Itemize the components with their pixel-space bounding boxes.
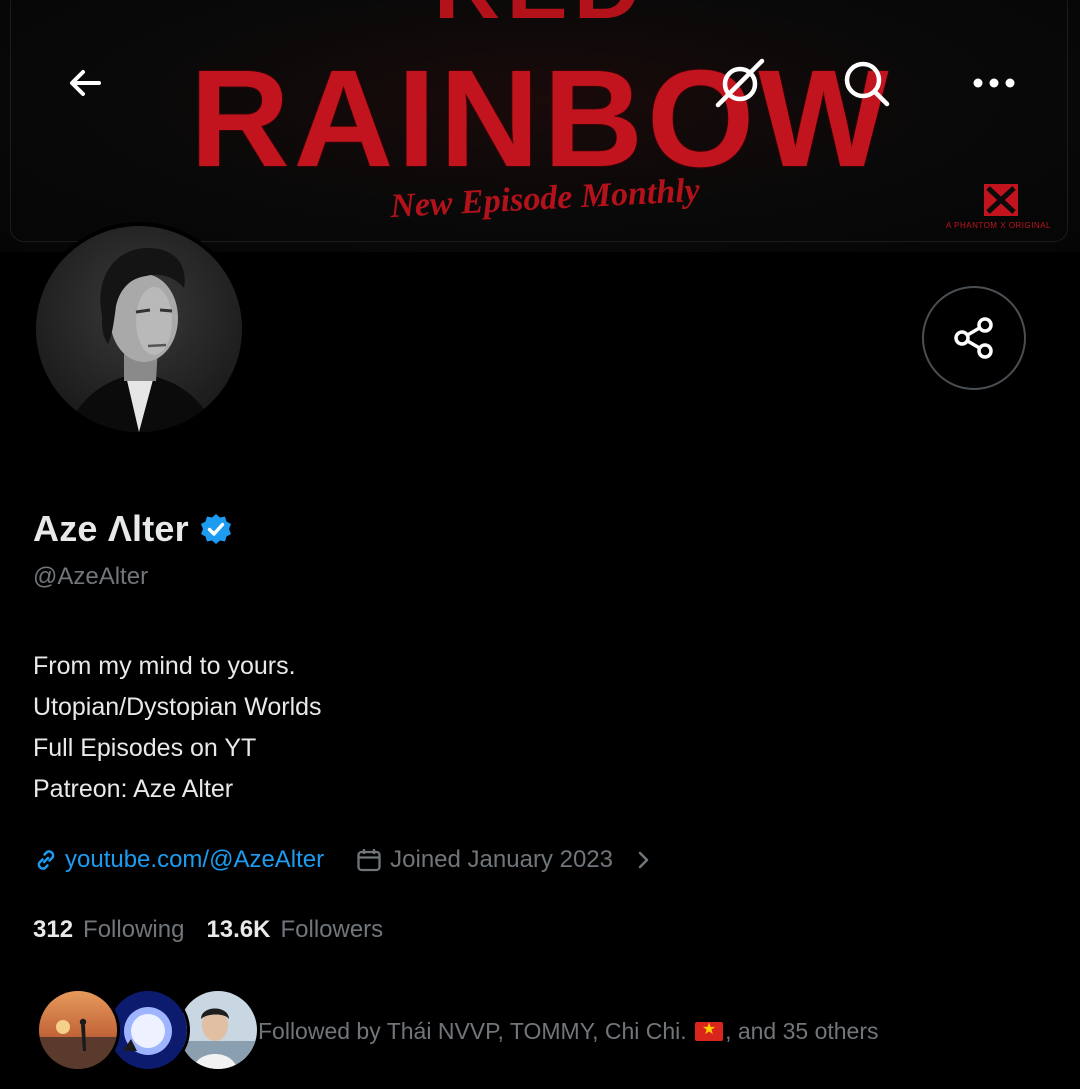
followed-by-row[interactable]: Followed by Thái NVVP, TOMMY, Chi Chi. ,… [36, 988, 879, 1074]
search-icon [844, 61, 890, 107]
bio-line: From my mind to yours. [33, 652, 296, 680]
more-button[interactable] [966, 55, 1022, 111]
profile-bio: From my mind to yours. Utopian/Dystopian… [33, 646, 322, 810]
profile-handle: @AzeAlter [33, 563, 149, 590]
bio-line: Utopian/Dystopian Worlds [33, 693, 322, 721]
link-icon [37, 850, 55, 870]
profile-website-link[interactable]: youtube.com/@AzeAlter [33, 846, 324, 874]
followers-you-know-avatars [36, 988, 260, 1074]
display-name: Aze Λlter [33, 508, 189, 549]
banner-title: RAINBOW [190, 42, 893, 196]
arrow-left-icon [70, 70, 101, 96]
grok-button[interactable] [712, 55, 768, 111]
joined-text: Joined January 2023 [390, 846, 613, 873]
calendar-icon [357, 849, 381, 872]
verified-badge-icon[interactable] [199, 512, 233, 546]
avatar [36, 988, 120, 1072]
profile-banner[interactable]: RED RAINBOW New Episode Monthly A PHANTO… [0, 0, 1080, 252]
profile-meta: youtube.com/@AzeAlter Joined January 202… [33, 840, 651, 880]
followed-by-text: Followed by Thái NVVP, TOMMY, Chi Chi. ,… [258, 1018, 879, 1045]
bio-line: Full Episodes on YT [33, 734, 257, 762]
share-icon [954, 317, 993, 359]
banner-brand: A PHANTOM X ORIGINAL [946, 221, 1051, 230]
bio-line: Patreon: Aze Alter [33, 775, 234, 803]
chevron-right-icon [637, 850, 651, 870]
followers-stat[interactable]: 13.6K Followers [206, 916, 383, 944]
share-button[interactable] [922, 286, 1026, 390]
grok-icon [715, 58, 765, 108]
more-horizontal-icon [973, 78, 1015, 88]
followers-label: Followers [280, 916, 384, 943]
profile-stats: 312 Following 13.6K Followers [33, 916, 405, 944]
joined-date[interactable]: Joined January 2023 [356, 846, 651, 874]
vietnam-flag-icon [695, 1019, 724, 1041]
following-label: Following [83, 916, 185, 943]
avatar-photo [36, 226, 242, 432]
followed-by-others: , and 35 others [725, 1017, 879, 1044]
followed-by-names: Followed by Thái NVVP, TOMMY, Chi Chi. [258, 1017, 687, 1044]
following-stat[interactable]: 312 Following [33, 916, 184, 944]
banner-title-top: RED [0, 0, 1080, 38]
profile-name-row: Aze Λlter [33, 508, 233, 550]
profile-avatar[interactable] [32, 222, 246, 436]
followers-count: 13.6K [206, 916, 271, 943]
website-text: youtube.com/@AzeAlter [65, 846, 325, 873]
phantom-x-logo [984, 184, 1018, 216]
following-count: 312 [33, 916, 74, 943]
search-button[interactable] [838, 55, 894, 111]
back-button[interactable] [57, 55, 113, 111]
